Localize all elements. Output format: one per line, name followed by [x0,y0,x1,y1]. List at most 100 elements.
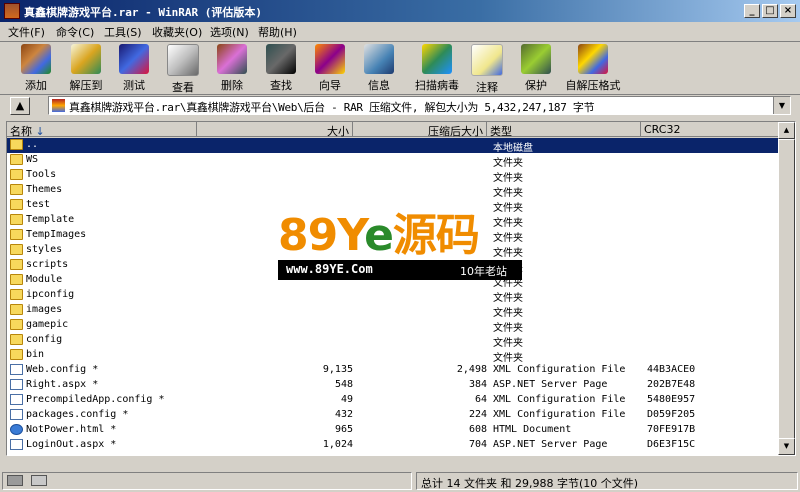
cell-type: 文件夹 [493,188,523,199]
path-combobox[interactable]: 真鑫棋牌游戏平台.rar\真鑫棋牌游戏平台\Web\后台 - RAR 压缩文件,… [48,96,791,115]
cell-packed: 704 [468,439,487,450]
cell-name: NotPower.html * [26,424,117,435]
file-icon [10,379,23,390]
cell-name: styles [26,244,63,255]
sfx-button[interactable]: 自解压格式 [564,44,622,92]
file-row[interactable]: images 文件夹 [7,303,779,319]
cell-type: 文件夹 [493,158,523,169]
column-size[interactable]: 大小 [197,122,353,138]
cell-name: bin [26,349,45,360]
delete-button[interactable]: 删除 [212,44,252,92]
find-button[interactable]: 查找 [261,44,301,92]
cell-name: Module [26,274,63,285]
status-left [2,472,412,490]
cell-name: LoginOut.aspx * [26,439,117,450]
vertical-scrollbar[interactable]: ▲ ▼ [778,122,795,455]
path-text: 真鑫棋牌游戏平台.rar\真鑫棋牌游戏平台\Web\后台 - RAR 压缩文件,… [69,101,595,114]
list-header: 名称 ↓ 大小 压缩后大小 类型 CRC32 [7,122,779,138]
column-type[interactable]: 类型 [487,122,641,138]
file-row[interactable]: ipconfig 文件夹 [7,288,779,304]
cell-type: XML Configuration File [493,364,626,375]
archive-icon [52,99,65,112]
up-folder-button[interactable]: ▲ [10,97,30,115]
column-packed[interactable]: 压缩后大小 [353,122,487,138]
find-icon [266,44,296,74]
column-crc[interactable]: CRC32 [641,122,779,137]
protect-button[interactable]: 保护 [516,44,556,92]
file-row[interactable]: .. 本地磁盘 [7,138,779,154]
window-title: 真鑫棋牌游戏平台.rar - WinRAR (评估版本) [24,6,262,19]
folder-icon [10,244,23,255]
view-button[interactable]: 查看 [163,44,203,94]
scroll-down-button[interactable]: ▼ [778,438,795,455]
menu-file[interactable]: 文件(F) [8,24,45,40]
file-row[interactable]: packages.config * 432 224 XML Configuration… [7,408,779,423]
folder-icon [10,349,23,360]
menu-commands[interactable]: 命令(C) [56,24,94,40]
comment-button[interactable]: 注释 [467,44,507,94]
file-row[interactable]: Right.aspx * 548 384 ASP.NET Server Page 202… [7,378,779,393]
cell-name: .. [26,139,39,150]
winrar-app-icon[interactable] [4,3,20,19]
scroll-thumb[interactable] [778,139,795,439]
drive-icon [7,475,23,486]
maximize-button[interactable]: □ [762,4,778,18]
cell-crc: D6E3F15C [647,439,696,450]
cell-packed: 224 [468,409,487,420]
folder-icon [10,184,23,195]
folder-icon [10,199,23,210]
cell-size: 965 [334,424,353,435]
watermark-logo: 89Ye源码 www.89YE.Com 10年老站 [278,212,522,282]
file-row[interactable]: PrecompiledApp.config * 49 64 XML Configura… [7,393,779,408]
cell-packed: 2,498 [456,364,487,375]
menu-tools[interactable]: 工具(S) [104,24,142,40]
test-button[interactable]: 测试 [114,44,154,92]
file-row[interactable]: NotPower.html * 965 608 HTML Document 70FE91… [7,423,779,438]
cell-name: Web.config * [26,364,99,375]
wizard-button[interactable]: 向导 [310,44,350,92]
info-button[interactable]: 信息 [359,44,399,92]
add-button[interactable]: 添加 [14,44,58,92]
html-file-icon [10,424,23,435]
file-icon [10,409,23,420]
cell-type: 文件夹 [493,323,523,334]
file-row[interactable]: Web.config * 9,135 2,498 XML Configuration … [7,363,779,378]
file-row[interactable]: Tools 文件夹 [7,168,779,184]
folder-icon [10,169,23,180]
cell-size: 548 [334,379,353,390]
sfx-icon [578,44,608,74]
extract-to-icon [71,44,101,74]
file-row[interactable]: bin 文件夹 [7,348,779,364]
file-row[interactable]: Themes 文件夹 [7,183,779,199]
menu-options[interactable]: 选项(N) [210,24,249,40]
close-button[interactable]: × [780,4,796,18]
test-icon [119,44,149,74]
file-row[interactable]: gamepic 文件夹 [7,318,779,334]
file-list[interactable]: 名称 ↓ 大小 压缩后大小 类型 CRC32 .. 本地磁盘 WS 文件夹 Tools 文… [6,121,796,456]
cell-name: images [26,304,63,315]
virus-scan-button[interactable]: 扫描病毒 [412,44,462,92]
menu-favorites[interactable]: 收藏夹(O) [152,24,202,40]
column-name[interactable]: 名称 ↓ [7,122,197,138]
cell-type: 文件夹 [493,173,523,184]
file-row[interactable]: config 文件夹 [7,333,779,349]
cell-packed: 608 [468,424,487,435]
cell-name: test [26,199,51,210]
cell-crc: D059F205 [647,409,696,420]
path-dropdown-button[interactable]: ▼ [773,97,790,114]
file-row[interactable]: WS 文件夹 [7,153,779,169]
cell-name: packages.config * [26,409,129,420]
status-bar: 总计 14 文件夹 和 29,988 字节(10 个文件) [0,470,800,492]
folder-icon [10,214,23,225]
file-row[interactable]: LoginOut.aspx * 1,024 704 ASP.NET Server Pa… [7,438,779,453]
minimize-button[interactable]: _ [744,4,760,18]
folder-icon [10,229,23,240]
menu-help[interactable]: 帮助(H) [258,24,297,40]
cell-name: scripts [26,259,69,270]
cell-name: TempImages [26,229,87,240]
extract-to-button[interactable]: 解压到 [64,44,108,92]
cell-type: 文件夹 [493,353,523,364]
cell-type: XML Configuration File [493,409,626,420]
scroll-up-button[interactable]: ▲ [778,122,795,139]
cell-crc: 70FE917B [647,424,696,435]
